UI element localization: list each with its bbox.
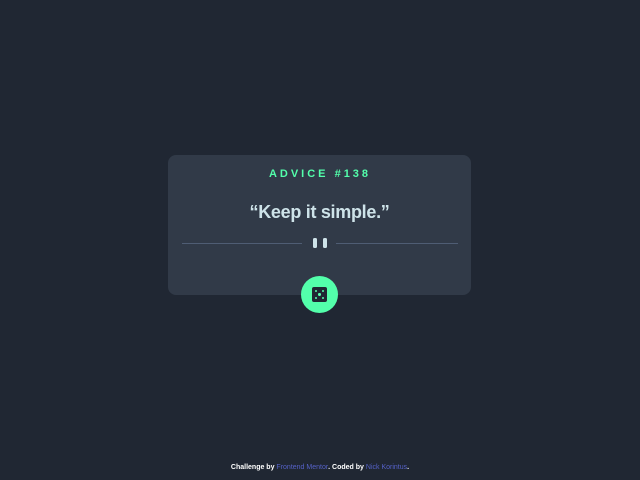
attribution-suffix: . [407, 464, 410, 471]
divider-line-right [336, 243, 458, 244]
attribution-middle: . Coded by [328, 464, 366, 471]
divider-line-left [182, 243, 302, 244]
attribution-prefix: Challenge by [230, 464, 277, 471]
frontend-mentor-link[interactable]: Frontend Mentor [276, 464, 328, 471]
author-link[interactable]: Nick Korintus [366, 464, 407, 471]
attribution: Challenge by Frontend Mentor. Coded by N… [0, 464, 640, 471]
pattern-divider [182, 236, 458, 250]
dice-icon [312, 287, 327, 302]
advice-id: ADVICE #138 [268, 168, 372, 180]
pause-icon [313, 238, 327, 248]
generate-advice-button[interactable] [301, 276, 338, 313]
advice-quote: “Keep it simple.” [249, 202, 390, 222]
